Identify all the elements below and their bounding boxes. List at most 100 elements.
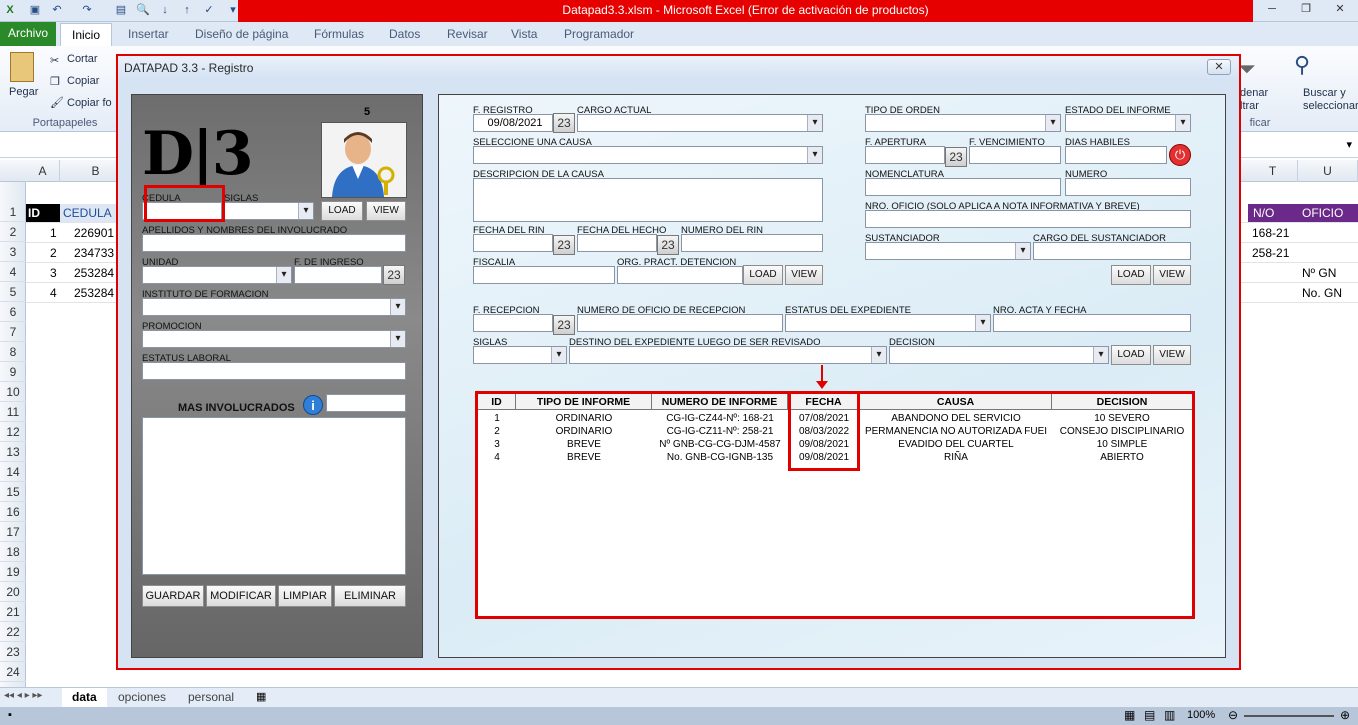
print-preview-icon[interactable]: 🔍 — [136, 3, 150, 17]
view-button[interactable]: VIEW — [785, 265, 823, 285]
cell-no[interactable]: 168-21 — [1252, 223, 1289, 243]
load-button[interactable]: LOAD — [1111, 265, 1151, 285]
nomenclatura-input[interactable] — [865, 178, 1061, 196]
sheet-tab-data[interactable]: data — [62, 688, 107, 707]
load-button[interactable]: LOAD — [321, 201, 363, 221]
cell-id[interactable]: 3 — [50, 263, 57, 283]
form-icon[interactable]: ▤ — [114, 3, 128, 17]
cut-button[interactable]: Cortar — [67, 53, 98, 65]
row-header[interactable]: 24 — [0, 662, 26, 682]
mas-involucrados-input[interactable] — [326, 394, 406, 412]
table-cell[interactable]: 1 — [478, 412, 516, 425]
find-select-button[interactable]: Buscar y seleccionar — [1303, 87, 1358, 113]
paste-icon[interactable] — [10, 52, 34, 82]
info-icon[interactable]: i — [303, 395, 323, 415]
limpiar-button[interactable]: LIMPIAR — [278, 585, 332, 607]
row-header[interactable]: 19 — [0, 562, 26, 582]
dialog-close-button[interactable]: ✕ — [1207, 59, 1231, 75]
row-header[interactable]: 11 — [0, 402, 26, 422]
sheet-nav-icon[interactable]: ◂◂ ◂ ▸ ▸▸ — [4, 690, 42, 701]
fiscalia-input[interactable] — [473, 266, 615, 284]
table-cell[interactable]: 3 — [478, 438, 516, 451]
scissors-icon[interactable]: ✂ — [50, 54, 59, 67]
tab-revisar[interactable]: Revisar — [447, 27, 488, 41]
tab-archivo[interactable]: Archivo — [0, 22, 56, 46]
zoom-slider[interactable] — [1244, 715, 1334, 717]
cargo-sust-input[interactable] — [1033, 242, 1191, 260]
undo-icon[interactable]: ↶ — [50, 3, 64, 17]
desc-textarea[interactable] — [473, 178, 823, 222]
cell-cedula[interactable]: 234733 — [74, 243, 114, 263]
cell-cedula[interactable]: 253284 — [74, 283, 114, 303]
table-cell[interactable]: 4 — [478, 451, 516, 464]
calendar-icon[interactable]: 23 — [945, 147, 967, 167]
cargo-select[interactable] — [577, 114, 823, 132]
row-header[interactable]: 21 — [0, 602, 26, 622]
column-header-t[interactable]: T — [1248, 160, 1298, 182]
load-button[interactable]: LOAD — [743, 265, 783, 285]
numero-input[interactable] — [1065, 178, 1191, 196]
row-header[interactable]: 8 — [0, 342, 26, 362]
power-icon[interactable]: ⏻ — [1169, 144, 1191, 166]
cell-oficio[interactable]: No. GN — [1302, 283, 1342, 303]
cell-cedula[interactable]: 226901 — [74, 223, 114, 243]
row-header[interactable]: 6 — [0, 302, 26, 322]
normal-view-icon[interactable]: ▦ — [1124, 708, 1135, 722]
table-cell[interactable]: ORDINARIO — [516, 412, 652, 425]
cell-id[interactable]: 4 — [50, 283, 57, 303]
cell-no[interactable]: 258-21 — [1252, 243, 1289, 263]
close-icon[interactable]: ✕ — [1328, 2, 1352, 18]
unidad-select[interactable] — [142, 266, 292, 284]
instituto-select[interactable] — [142, 298, 406, 316]
table-cell[interactable]: BREVE — [516, 451, 652, 464]
fecha-hecho-input[interactable] — [577, 234, 657, 252]
tab-insertar[interactable]: Insertar — [128, 27, 169, 41]
table-cell[interactable]: CG-IG-CZ44-Nº: 168-21 — [652, 412, 788, 425]
row-header[interactable]: 17 — [0, 522, 26, 542]
nro-oficio-input[interactable] — [865, 210, 1191, 228]
table-cell[interactable]: CG-IG-CZ11-Nº: 258-21 — [652, 425, 788, 438]
row-header[interactable]: 16 — [0, 502, 26, 522]
calendar-icon[interactable]: 23 — [657, 235, 679, 255]
sort-asc-icon[interactable]: ↓ — [158, 3, 172, 17]
row-header[interactable]: 14 — [0, 462, 26, 482]
sheet-tab-opciones[interactable]: opciones — [108, 688, 176, 707]
f-apertura-input[interactable] — [865, 146, 945, 164]
involucrados-list[interactable] — [142, 417, 406, 575]
row-header[interactable]: 1 — [0, 202, 26, 222]
sort-filter-button[interactable]: denar ltrar — [1240, 87, 1268, 113]
table-header[interactable]: CAUSA — [860, 394, 1052, 410]
sort-desc-icon[interactable]: ↑ — [180, 3, 194, 17]
row-header[interactable]: 20 — [0, 582, 26, 602]
row-header[interactable]: 18 — [0, 542, 26, 562]
zoom-in-icon[interactable]: ⊕ — [1340, 708, 1350, 722]
org-input[interactable] — [617, 266, 743, 284]
cell-id[interactable]: 1 — [50, 223, 57, 243]
table-cell[interactable]: Nº GNB-CG-CG-DJM-4587 — [652, 438, 788, 451]
table-cell[interactable]: BREVE — [516, 438, 652, 451]
row-header[interactable]: 9 — [0, 362, 26, 382]
siglas-exp-select[interactable] — [473, 346, 567, 364]
decision-select[interactable] — [889, 346, 1109, 364]
modificar-button[interactable]: MODIFICAR — [206, 585, 276, 607]
numero-rin-input[interactable] — [681, 234, 823, 252]
row-header[interactable]: 4 — [0, 262, 26, 282]
format-painter-icon[interactable]: 🖌 — [50, 96, 64, 109]
table-cell[interactable]: RIÑA — [860, 451, 1052, 464]
dias-input[interactable] — [1065, 146, 1167, 164]
table-cell[interactable]: CONSEJO DISCIPLINARIO — [1052, 425, 1192, 438]
guardar-button[interactable]: GUARDAR — [142, 585, 204, 607]
redo-icon[interactable]: ↷ — [80, 3, 94, 17]
table-cell[interactable]: No. GNB-CG-IGNB-135 — [652, 451, 788, 464]
f-recepcion-input[interactable] — [473, 314, 553, 332]
view-button[interactable]: VIEW — [1153, 265, 1191, 285]
table-header[interactable]: DECISION — [1052, 394, 1192, 410]
minimize-icon[interactable]: ─ — [1260, 2, 1284, 18]
calendar-icon[interactable]: 23 — [553, 235, 575, 255]
copy-button[interactable]: Copiar — [67, 75, 99, 87]
table-cell[interactable]: 10 SEVERO — [1052, 412, 1192, 425]
table-cell[interactable]: ORDINARIO — [516, 425, 652, 438]
estatus-exp-select[interactable] — [785, 314, 991, 332]
load-button[interactable]: LOAD — [1111, 345, 1151, 365]
causa-select[interactable] — [473, 146, 823, 164]
